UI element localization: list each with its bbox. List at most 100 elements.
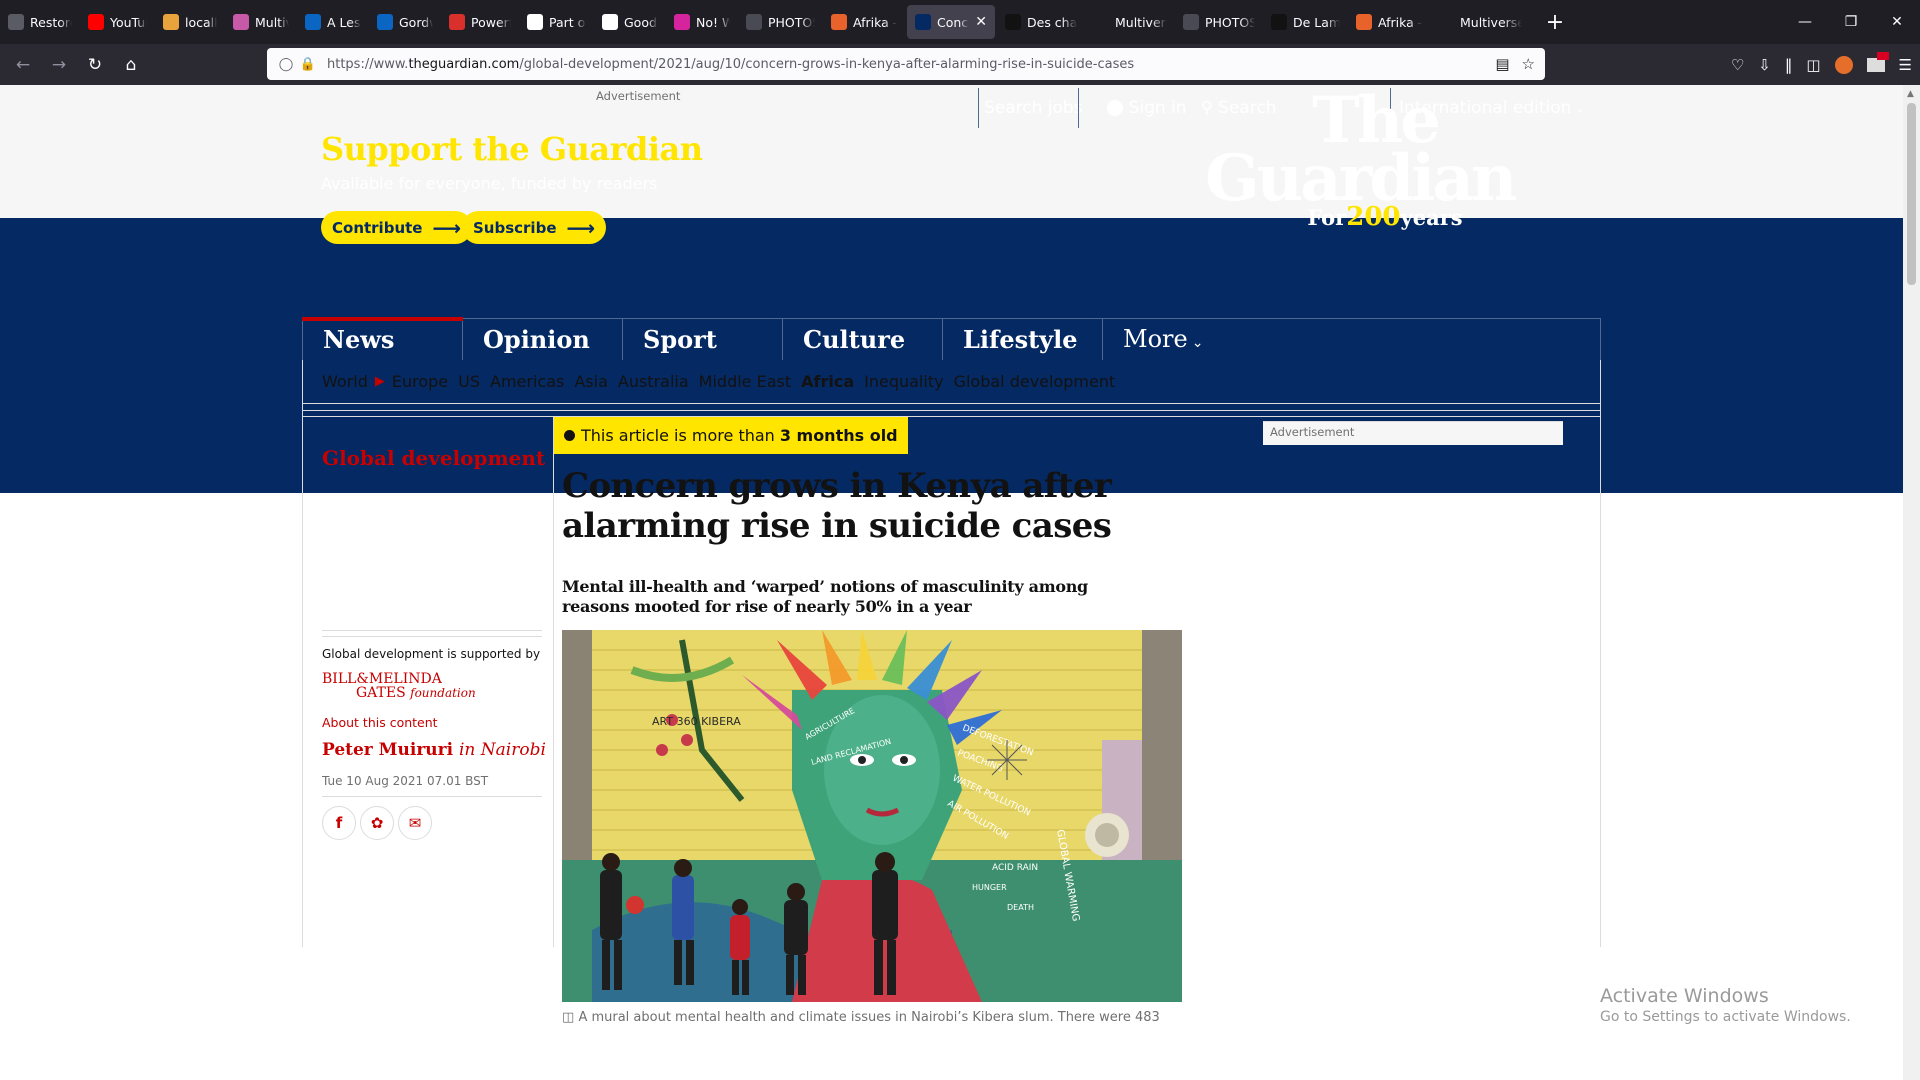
pillar-culture[interactable]: Culture bbox=[783, 319, 943, 360]
browser-tab[interactable]: Part one bbox=[519, 5, 594, 39]
mural-text: ACID RAIN bbox=[992, 863, 1038, 873]
subnav-item[interactable]: Europe bbox=[392, 372, 448, 391]
subscribe-button[interactable]: Subscribe ⟶ bbox=[462, 211, 607, 244]
pillar-sport[interactable]: Sport bbox=[623, 319, 783, 360]
author-link[interactable]: Peter Muiruri bbox=[322, 740, 453, 760]
tab-title: A Lesson bbox=[327, 14, 361, 30]
browser-tab[interactable]: localhos bbox=[155, 5, 225, 39]
contribute-button[interactable]: Contribute ⟶ bbox=[321, 211, 473, 244]
lock-icon[interactable]: 🔒 bbox=[297, 57, 319, 72]
browser-tab[interactable]: Multiver bbox=[225, 5, 297, 39]
browser-tab[interactable]: PHOTOS bbox=[1175, 5, 1263, 39]
search-jobs-link[interactable]: Search jobs bbox=[984, 98, 1083, 118]
section-label[interactable]: Global development bbox=[322, 446, 545, 470]
extension-badge-icon[interactable] bbox=[1866, 51, 1889, 72]
email-share-button[interactable]: ✉ bbox=[398, 806, 432, 840]
browser-tab[interactable]: A Lesson bbox=[297, 5, 369, 39]
scrollbar-thumb[interactable] bbox=[1907, 103, 1916, 285]
gates-foundation-logo[interactable]: BILL&MELINDA GATES foundation bbox=[322, 672, 476, 700]
user-icon bbox=[1106, 100, 1123, 116]
browser-tab[interactable]: Des char bbox=[997, 5, 1085, 39]
back-icon[interactable]: ← bbox=[6, 50, 40, 80]
sign-in-link[interactable]: Sign in bbox=[1106, 98, 1187, 118]
browser-tab[interactable]: Powerfu bbox=[441, 5, 519, 39]
minimize-button[interactable]: — bbox=[1782, 0, 1828, 44]
url-text[interactable]: https://www.theguardian.com/global-devel… bbox=[327, 57, 1134, 72]
subnav-item[interactable]: Inequality bbox=[864, 372, 943, 391]
about-this-content-link[interactable]: About this content bbox=[322, 715, 438, 730]
article-container: Global development Global development is… bbox=[302, 404, 1601, 1025]
logo-200: 200 bbox=[1346, 202, 1401, 232]
browser-toolbar: ← → ↻ ⌂ ◯ 🔒 https://www.theguardian.com/… bbox=[0, 44, 1920, 85]
restore-button[interactable]: ❐ bbox=[1828, 0, 1874, 44]
browser-tab[interactable]: Afrika - I bbox=[1348, 5, 1430, 39]
column-divider bbox=[553, 416, 554, 947]
pillar-news[interactable]: News bbox=[302, 317, 463, 360]
browser-tab[interactable]: De Lamu bbox=[1263, 5, 1348, 39]
twitter-share-button[interactable]: ✿ bbox=[360, 806, 394, 840]
photos-icon bbox=[1183, 14, 1199, 30]
browser-tab[interactable]: Restore S bbox=[0, 5, 80, 39]
blogger-icon bbox=[1356, 14, 1372, 30]
tab-list: Restore S YouTube localhos Multiver A Lesson… bbox=[0, 5, 1530, 39]
browser-tab[interactable]: PHOTOS bbox=[738, 5, 823, 39]
contribute-label: Contribute bbox=[332, 218, 423, 237]
subnav-item[interactable]: Australia bbox=[618, 372, 689, 391]
web-page: Advertisement Support the Guardian Avail… bbox=[0, 85, 1903, 1080]
scroll-up-icon[interactable]: ▲ bbox=[1907, 89, 1914, 99]
pillar-nav: News Opinion Sport Culture Lifestyle More ⌄ bbox=[302, 317, 1601, 360]
tab-title: Powerfu bbox=[471, 14, 511, 30]
pillar-more[interactable]: More ⌄ bbox=[1103, 319, 1263, 360]
subnav-item[interactable]: Americas bbox=[490, 372, 564, 391]
browser-tab[interactable]: Multiverse b bbox=[1430, 5, 1530, 39]
divider bbox=[978, 88, 979, 128]
facebook-share-button[interactable]: f bbox=[322, 806, 356, 840]
browser-tab[interactable]: Afrika - I bbox=[823, 5, 905, 39]
article-main-image[interactable]: ART 360 KIBERA DEFORESTATION POACHING WA… bbox=[562, 630, 1182, 1002]
pocket-icon[interactable]: ♡ bbox=[1731, 56, 1744, 74]
menu-icon[interactable]: ☰ bbox=[1899, 56, 1912, 74]
close-window-button[interactable]: ✕ bbox=[1874, 0, 1920, 44]
double-rule bbox=[322, 630, 542, 637]
browser-tab[interactable]: Good Ne bbox=[594, 5, 666, 39]
new-tab-button[interactable]: + bbox=[1540, 10, 1570, 35]
email-icon: ✉ bbox=[408, 814, 422, 832]
subnav-item[interactable]: Global development bbox=[954, 372, 1116, 391]
sponsor-line2: GATES bbox=[356, 685, 406, 701]
tab-title: PHOTOS bbox=[768, 14, 815, 30]
subnav-africa[interactable]: Africa bbox=[801, 372, 854, 391]
browser-tab[interactable]: No! Wah bbox=[666, 5, 738, 39]
subnav-item[interactable]: US bbox=[458, 372, 480, 391]
page-scrollbar[interactable]: ▲ bbox=[1903, 85, 1920, 1080]
subnav-items: Europe US Americas Asia Australia Middle East bbox=[392, 372, 791, 391]
bookmark-star-icon[interactable]: ☆ bbox=[1522, 55, 1535, 73]
guardian-icon bbox=[915, 14, 931, 30]
divider bbox=[1078, 88, 1079, 128]
tab-title: Restore S bbox=[30, 14, 72, 30]
pillar-opinion[interactable]: Opinion bbox=[463, 319, 623, 360]
address-bar[interactable]: ◯ 🔒 https://www.theguardian.com/global-d… bbox=[267, 48, 1545, 80]
tracking-shield-icon[interactable]: ◯ bbox=[275, 57, 297, 72]
guardian-logo[interactable]: The Guardian For200years bbox=[1205, 89, 1517, 231]
browser-tab[interactable]: Conce ✕ bbox=[907, 5, 995, 39]
home-icon[interactable]: ⌂ bbox=[114, 50, 148, 80]
close-tab-icon[interactable]: ✕ bbox=[975, 14, 987, 30]
subnav-item[interactable]: Middle East bbox=[699, 372, 791, 391]
browser-tab[interactable]: YouTube bbox=[80, 5, 155, 39]
supported-by-text: Global development is supported by bbox=[322, 647, 541, 661]
browser-tab[interactable]: Multiverse b bbox=[1085, 5, 1175, 39]
extension-icon[interactable] bbox=[1834, 55, 1853, 74]
forward-icon[interactable]: → bbox=[42, 50, 76, 80]
reader-view-icon[interactable]: ▤ bbox=[1495, 55, 1509, 73]
reload-icon[interactable]: ↻ bbox=[78, 50, 112, 80]
browser-tab[interactable]: Gordwin bbox=[369, 5, 441, 39]
logo-guardian: Guardian bbox=[1205, 141, 1517, 216]
publish-date[interactable]: Tue 10 Aug 2021 07.01 BST bbox=[322, 774, 488, 788]
sidebar-icon[interactable]: ◫ bbox=[1806, 56, 1820, 74]
windows-activation-watermark: Activate Windows Go to Settings to activ… bbox=[1600, 985, 1851, 1025]
subnav-world[interactable]: World bbox=[322, 372, 368, 391]
pillar-lifestyle[interactable]: Lifestyle bbox=[943, 319, 1103, 360]
subnav-item[interactable]: Asia bbox=[574, 372, 608, 391]
library-icon[interactable]: ‖ bbox=[1785, 56, 1793, 74]
downloads-icon[interactable]: ⇩ bbox=[1758, 56, 1771, 74]
